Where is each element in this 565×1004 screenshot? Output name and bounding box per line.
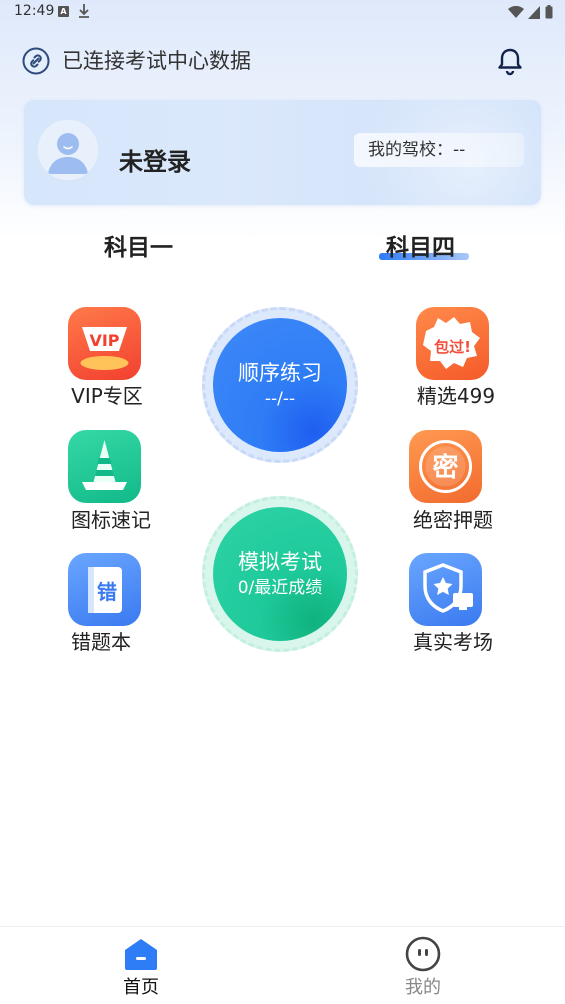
link-icon	[22, 47, 50, 75]
profile-face-icon[interactable]	[405, 936, 441, 972]
practice-progress: --/--	[264, 389, 296, 409]
traffic-cone-icon[interactable]	[68, 430, 141, 503]
avatar[interactable]	[38, 120, 98, 180]
sign-memo-label[interactable]: 图标速记	[56, 504, 166, 533]
secret-icon[interactable]: 密	[409, 430, 482, 503]
secret-exam-label[interactable]: 绝密押题	[398, 504, 508, 533]
svg-text:密: 密	[432, 452, 458, 483]
mock-exam-score: 0/最近成绩	[237, 578, 323, 598]
status-bar: 12:49 A	[0, 0, 565, 24]
wrong-book-icon[interactable]: 错	[68, 553, 141, 626]
real-exam-label[interactable]: 真实考场	[398, 626, 508, 655]
tab-subject-four[interactable]: 科目四	[386, 228, 455, 262]
sequential-practice-button[interactable]: 顺序练习 --/--	[213, 318, 347, 452]
download-icon	[78, 3, 90, 23]
tab-subject-one[interactable]: 科目一	[104, 228, 173, 262]
mock-exam-button[interactable]: 模拟考试 0/最近成绩	[213, 507, 347, 641]
bottom-nav	[0, 926, 565, 1004]
home-icon[interactable]	[123, 936, 159, 972]
svg-text:VIP: VIP	[89, 331, 119, 350]
user-card[interactable]: 未登录 我的驾校：--	[24, 100, 541, 205]
shield-star-icon[interactable]	[409, 553, 482, 626]
svg-text:包过!: 包过!	[434, 338, 471, 356]
mock-exam-title: 模拟考试	[238, 550, 322, 574]
connection-status-text: 已连接考试中心数据	[62, 49, 251, 73]
practice-title: 顺序练习	[238, 361, 322, 385]
notification-a-icon: A	[58, 6, 69, 17]
login-status[interactable]: 未登录	[119, 142, 191, 177]
signal-icon	[528, 4, 541, 23]
my-school-pill[interactable]: 我的驾校：--	[354, 133, 524, 167]
status-time: 12:49	[14, 3, 55, 19]
guarantee-icon[interactable]: 包过!	[416, 307, 489, 380]
vip-icon[interactable]: VIP	[68, 307, 141, 380]
nav-me-label[interactable]: 我的	[405, 973, 441, 999]
vip-zone-label[interactable]: VIP专区	[52, 380, 162, 409]
svg-text:错: 错	[97, 580, 117, 604]
wrong-questions-label[interactable]: 错题本	[46, 626, 156, 655]
wifi-icon	[508, 4, 524, 23]
nav-home-label[interactable]: 首页	[123, 973, 159, 999]
battery-icon	[545, 4, 553, 23]
bell-icon[interactable]	[495, 46, 525, 76]
selected-499-label[interactable]: 精选499	[401, 380, 511, 409]
